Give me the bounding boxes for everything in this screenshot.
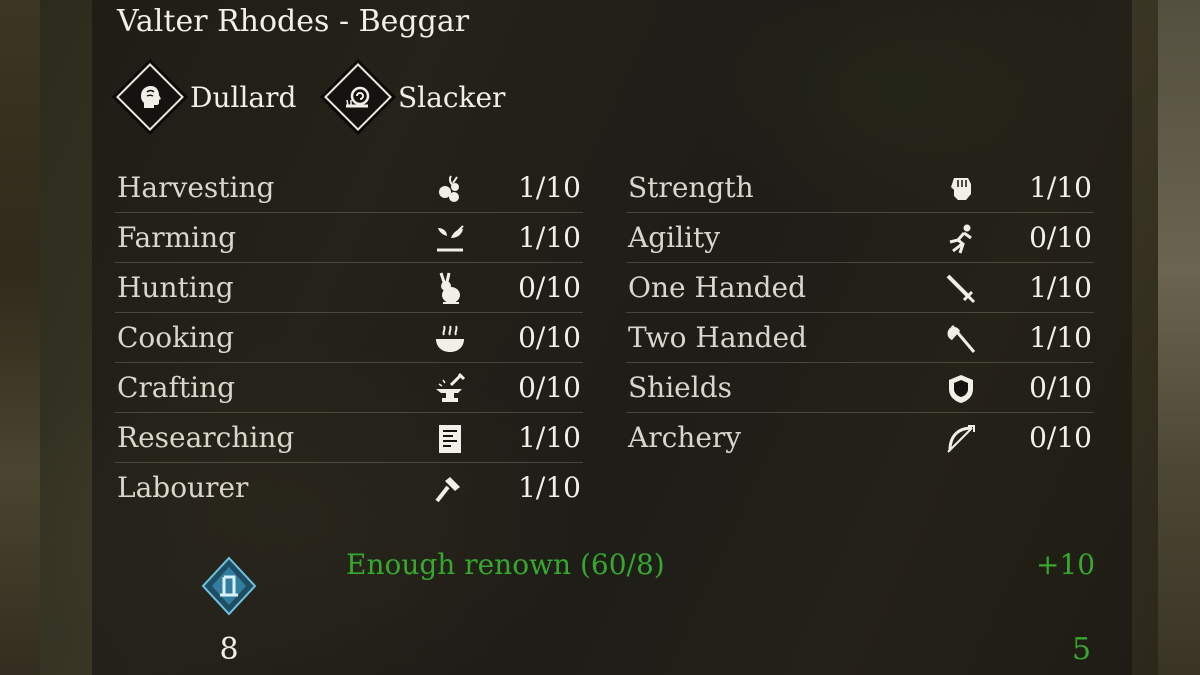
skill-value: 1/10	[1029, 271, 1092, 304]
skill-row-strength[interactable]: Strength 1/10	[626, 163, 1094, 213]
skill-value: 0/10	[518, 371, 581, 404]
skill-name: Two Handed	[628, 321, 807, 354]
bowl-icon	[436, 325, 464, 352]
trait-slacker[interactable]: Slacker	[324, 63, 506, 131]
skill-name: One Handed	[628, 271, 807, 304]
shield-icon	[949, 375, 973, 403]
rabbit-icon	[439, 272, 460, 304]
skill-row-shields[interactable]: Shields 0/10	[626, 363, 1094, 413]
skill-row-hunting[interactable]: Hunting 0/10	[115, 263, 583, 313]
skill-row-harvesting[interactable]: Harvesting 1/10	[115, 163, 583, 213]
background-right-edge	[1158, 0, 1200, 675]
character-title: Valter Rhodes - Beggar	[117, 4, 470, 39]
background-left-edge	[0, 0, 40, 675]
snail-icon	[324, 63, 392, 131]
skill-name: Crafting	[117, 371, 236, 404]
axe-icon	[947, 325, 976, 353]
sprout-icon	[437, 225, 464, 252]
renown-points: 5	[1072, 632, 1092, 667]
skill-row-researching[interactable]: Researching 1/10	[115, 413, 583, 463]
skill-name: Cooking	[117, 321, 235, 354]
skill-row-labourer[interactable]: Labourer 1/10	[115, 463, 583, 513]
skill-name: Shields	[628, 371, 732, 404]
skill-value: 0/10	[518, 321, 581, 354]
trait-label: Dullard	[190, 80, 297, 114]
skill-value: 1/10	[1029, 321, 1092, 354]
skill-value: 0/10	[1029, 221, 1092, 254]
head-icon	[116, 63, 184, 131]
skill-row-agility[interactable]: Agility 0/10	[626, 213, 1094, 263]
skill-name: Labourer	[117, 471, 249, 504]
renown-cost: 8	[219, 632, 239, 667]
skill-value: 1/10	[518, 171, 581, 204]
skill-name: Farming	[117, 221, 237, 254]
skill-value: 1/10	[518, 421, 581, 454]
bow-icon	[947, 425, 975, 453]
fist-icon	[951, 178, 971, 200]
skill-row-cooking[interactable]: Cooking 0/10	[115, 313, 583, 363]
sword-icon	[946, 274, 976, 304]
skill-value: 1/10	[1029, 171, 1092, 204]
skill-row-two-handed[interactable]: Two Handed 1/10	[626, 313, 1094, 363]
skill-name: Hunting	[117, 271, 234, 304]
berries-icon	[439, 175, 459, 202]
hammer-icon	[435, 477, 460, 503]
renown-bonus: +10	[1036, 548, 1096, 581]
skill-row-farming[interactable]: Farming 1/10	[115, 213, 583, 263]
renown-status: Enough renown (60/8)	[346, 548, 665, 581]
trait-dullard[interactable]: Dullard	[116, 63, 297, 131]
skill-value: 0/10	[518, 271, 581, 304]
skill-name: Agility	[628, 221, 721, 254]
skills-right-column: Strength 1/10 Agility 0/10 One Handed 1/…	[626, 163, 1094, 463]
skill-name: Harvesting	[117, 171, 275, 204]
skill-name: Archery	[628, 421, 742, 454]
renown-icon[interactable]	[198, 555, 260, 617]
skill-value: 1/10	[518, 221, 581, 254]
skill-row-archery[interactable]: Archery 0/10	[626, 413, 1094, 463]
skill-row-one-handed[interactable]: One Handed 1/10	[626, 263, 1094, 313]
document-icon	[439, 425, 461, 453]
skill-value: 0/10	[1029, 371, 1092, 404]
skill-row-crafting[interactable]: Crafting 0/10	[115, 363, 583, 413]
skill-name: Strength	[628, 171, 754, 204]
running-icon	[949, 224, 972, 254]
skill-value: 0/10	[1029, 421, 1092, 454]
skill-name: Researching	[117, 421, 295, 454]
skills-left-column: Harvesting 1/10 Farming 1/10 Hunting 0/1…	[115, 163, 583, 513]
skill-value: 1/10	[518, 471, 581, 504]
anvil-icon	[436, 372, 466, 402]
trait-label: Slacker	[398, 80, 506, 114]
